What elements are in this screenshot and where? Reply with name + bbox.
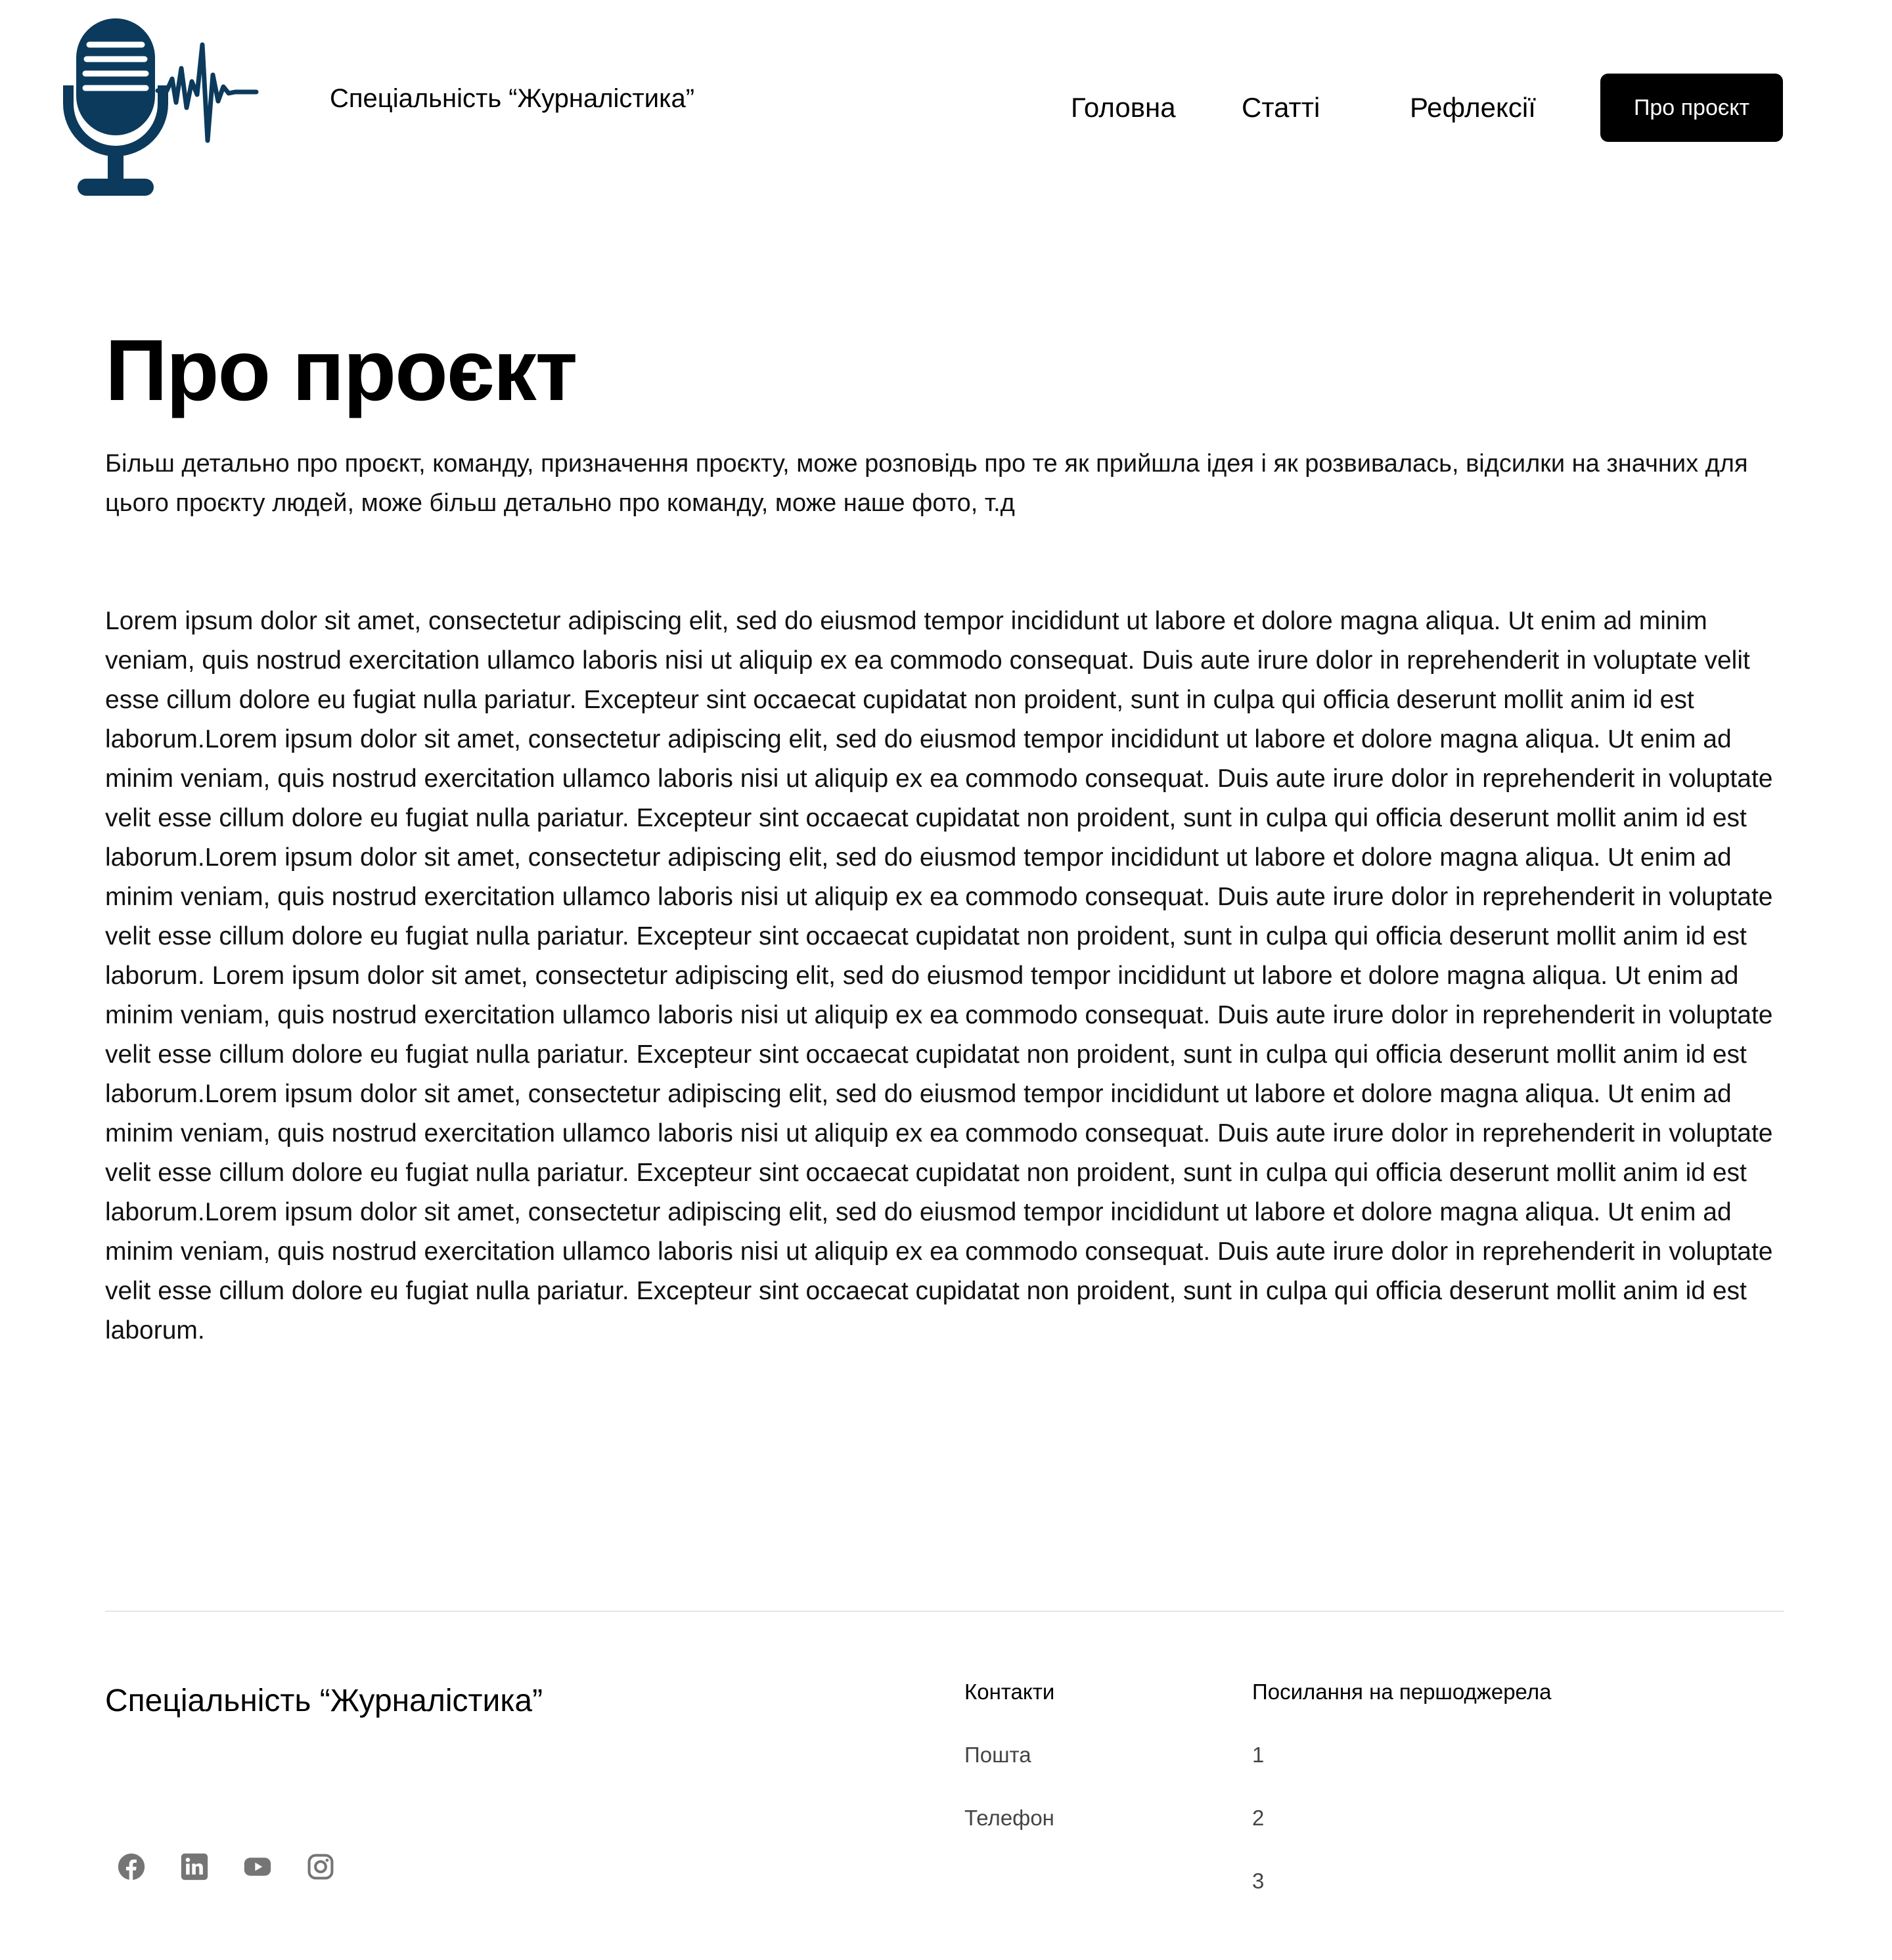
nav-home-link[interactable]: Головна [1071, 91, 1176, 125]
footer-sources-column: Посилання на першоджерела 1 2 3 [1252, 1678, 1551, 1930]
main-content: Про проєкт Більш детально про проєкт, ко… [105, 315, 1784, 1350]
sources-heading: Посилання на першоджерела [1252, 1680, 1552, 1704]
nav-about-button[interactable]: Про проєкт [1600, 74, 1783, 142]
page-title: Про проєкт [105, 322, 577, 418]
source-link-3[interactable]: 3 [1252, 1867, 1551, 1896]
microphone-soundwave-icon[interactable] [63, 16, 260, 197]
footer-divider [105, 1611, 1784, 1612]
contact-phone-link[interactable]: Телефон [964, 1804, 1054, 1833]
facebook-icon[interactable] [116, 1851, 147, 1882]
nav-articles-link[interactable]: Статті [1242, 91, 1320, 125]
site-title[interactable]: Спеціальність “Журналістика” [330, 81, 694, 116]
nav-reflections-link[interactable]: Рефлексії [1410, 91, 1536, 125]
footer-site-title: Спеціальність “Журналістика” [105, 1683, 543, 1718]
linkedin-icon[interactable] [179, 1851, 210, 1882]
site-header: Спеціальність “Журналістика” Головна Ста… [0, 0, 1892, 210]
contacts-heading: Контакти [964, 1680, 1055, 1704]
contact-email-link[interactable]: Пошта [964, 1741, 1054, 1770]
social-links [116, 1851, 336, 1882]
youtube-icon[interactable] [242, 1851, 273, 1882]
source-link-1[interactable]: 1 [1252, 1741, 1551, 1770]
instagram-icon[interactable] [305, 1851, 336, 1882]
main-nav: Головна Статті Рефлексії Про проєкт [1051, 74, 1784, 142]
body-paragraph: Lorem ipsum dolor sit amet, consectetur … [105, 607, 1773, 1345]
source-link-2[interactable]: 2 [1252, 1804, 1551, 1833]
footer-contacts-column: Контакти Пошта Телефон [964, 1678, 1054, 1867]
intro-paragraph: Більш детально про проєкт, команду, приз… [105, 450, 1748, 517]
